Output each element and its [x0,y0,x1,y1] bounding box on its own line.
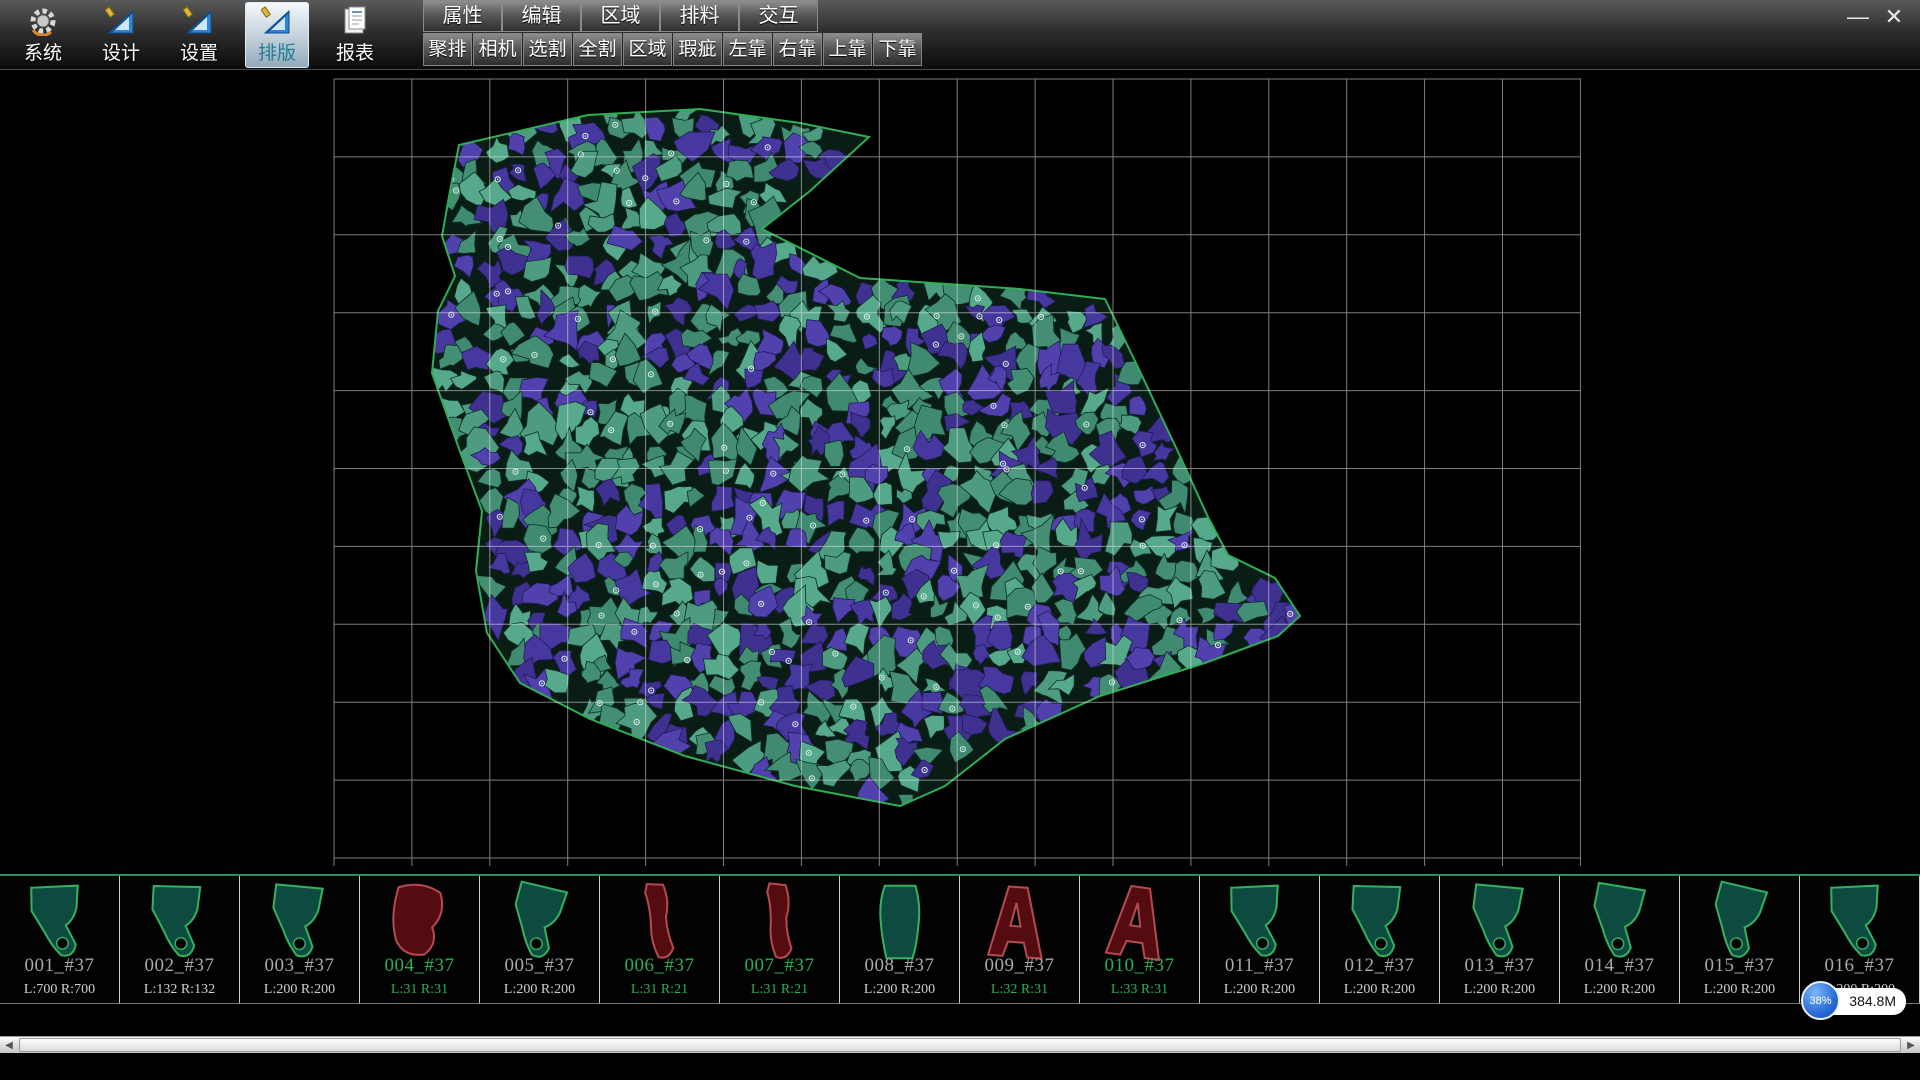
tool-button-region[interactable]: 区域 [623,33,672,66]
menu-tab-properties[interactable]: 属性 [423,0,502,32]
tray-piece-010_#37[interactable]: 010_#37 L:33 R:31 [1080,876,1200,1003]
piece-lr-label: L:200 R:200 [1440,982,1559,998]
menu-tab-interact[interactable]: 交互 [739,0,818,32]
toolbar-button-settings[interactable]: 设置 [167,2,231,68]
tray-piece-009_#37[interactable]: 009_#37 L:32 R:31 [960,876,1080,1003]
tray-piece-005_#37[interactable]: 005_#37 L:200 R:200 [480,876,600,1003]
piece-lr-label: L:200 R:200 [1560,982,1679,998]
piece-id-label: 014_#37 [1560,955,1679,977]
tray-piece-015_#37[interactable]: 015_#37 L:200 R:200 [1680,876,1800,1003]
tray-piece-004_#37[interactable]: 004_#37 L:31 R:31 [360,876,480,1003]
piece-id-label: 012_#37 [1320,955,1439,977]
tray-piece-013_#37[interactable]: 013_#37 L:200 R:200 [1440,876,1560,1003]
toolbar-button-label: 系统 [24,38,62,65]
main-toolbar: 系统设计设置排版报表 属性编辑区域排料交互 聚排相机选割全割区域瑕疵左靠右靠上靠… [0,0,1920,70]
piece-lr-label: L:31 R:21 [720,982,839,998]
scrollbar-thumb[interactable] [19,1038,1901,1052]
tool-button-snap-right[interactable]: 右靠 [773,33,822,66]
piece-id-label: 002_#37 [120,955,239,977]
minimize-button[interactable]: — [1844,4,1872,30]
pieces-tray: 001_#37 L:700 R:700002_#37 L:132 R:132003_… [0,874,1920,1004]
ruler-icon [104,5,138,37]
menu-tab-nesting[interactable]: 排料 [660,0,739,32]
toolbar-button-label: 设置 [180,38,218,65]
piece-lr-label: L:700 R:700 [0,982,119,998]
tool-button-cut-all[interactable]: 全割 [573,33,622,66]
horizontal-scrollbar[interactable]: ◀ ▶ [0,1036,1920,1053]
tool-button-snap-top[interactable]: 上靠 [823,33,872,66]
tool-button-defect[interactable]: 瑕疵 [673,33,722,66]
report-icon [338,5,372,37]
piece-lr-label: L:32 R:31 [960,982,1079,998]
tray-piece-007_#37[interactable]: 007_#37 L:31 R:21 [720,876,840,1003]
nesting-canvas-svg [0,71,1920,874]
toolbar-button-layout[interactable]: 排版 [245,2,309,68]
piece-lr-label: L:33 R:31 [1080,982,1199,998]
piece-id-label: 001_#37 [0,955,119,977]
tool-button-camera[interactable]: 相机 [473,33,522,66]
piece-lr-label: L:31 R:21 [600,982,719,998]
piece-id-label: 009_#37 [960,955,1079,977]
piece-lr-label: L:31 R:31 [360,982,479,998]
piece-lr-label: L:200 R:200 [1200,982,1319,998]
tray-piece-011_#37[interactable]: 011_#37 L:200 R:200 [1200,876,1320,1003]
toolbar-button-label: 排版 [258,38,296,65]
progress-percent-badge: 38% [1801,981,1840,1020]
scroll-left-icon[interactable]: ◀ [0,1037,18,1054]
piece-id-label: 006_#37 [600,955,719,977]
piece-lr-label: L:200 R:200 [1320,982,1439,998]
piece-lr-label: L:200 R:200 [240,982,359,998]
tray-piece-006_#37[interactable]: 006_#37 L:31 R:21 [600,876,720,1003]
piece-lr-label: L:200 R:200 [1680,982,1799,998]
piece-id-label: 010_#37 [1080,955,1199,977]
menu-tabs-row: 属性编辑区域排料交互 [423,0,923,32]
scroll-right-icon[interactable]: ▶ [1902,1037,1920,1054]
nesting-canvas[interactable] [0,71,1920,874]
piece-thumbnail [1456,878,1540,966]
piece-id-label: 007_#37 [720,955,839,977]
menu-tab-edit[interactable]: 编辑 [502,0,581,32]
piece-lr-label: L:200 R:200 [480,982,599,998]
tool-buttons-row: 聚排相机选割全割区域瑕疵左靠右靠上靠下靠 [423,33,923,66]
menu-tab-region[interactable]: 区域 [581,0,660,32]
tool-button-snap-bottom[interactable]: 下靠 [873,33,922,66]
tool-button-snap-left[interactable]: 左靠 [723,33,772,66]
close-button[interactable]: ✕ [1880,4,1908,30]
menu-area: 属性编辑区域排料交互 聚排相机选割全割区域瑕疵左靠右靠上靠下靠 [423,0,923,66]
piece-id-label: 005_#37 [480,955,599,977]
piece-id-label: 011_#37 [1200,955,1319,977]
tray-piece-012_#37[interactable]: 012_#37 L:200 R:200 [1320,876,1440,1003]
piece-id-label: 003_#37 [240,955,359,977]
toolbar-button-system[interactable]: 系统 [11,2,75,68]
toolbar-button-design[interactable]: 设计 [89,2,153,68]
piece-lr-label: L:200 R:200 [840,982,959,998]
gear-icon [26,5,60,37]
main-toolbar-items: 系统 设计 设置 排版 报表 [4,0,394,70]
tool-button-select-cut[interactable]: 选割 [523,33,572,66]
ruler-icon [182,5,216,37]
ruler-icon [260,5,294,37]
toolbar-button-label: 设计 [102,38,140,65]
piece-thumbnail [856,878,940,966]
toolbar-button-report[interactable]: 报表 [323,2,387,68]
tray-piece-014_#37[interactable]: 014_#37 L:200 R:200 [1560,876,1680,1003]
tray-piece-003_#37[interactable]: 003_#37 L:200 R:200 [240,876,360,1003]
tray-piece-001_#37[interactable]: 001_#37 L:700 R:700 [0,876,120,1003]
piece-id-label: 013_#37 [1440,955,1559,977]
piece-id-label: 008_#37 [840,955,959,977]
tray-piece-002_#37[interactable]: 002_#37 L:132 R:132 [120,876,240,1003]
piece-id-label: 015_#37 [1680,955,1799,977]
piece-id-label: 004_#37 [360,955,479,977]
tray-piece-008_#37[interactable]: 008_#37 L:200 R:200 [840,876,960,1003]
piece-id-label: 016_#37 [1800,955,1919,977]
toolbar-button-label: 报表 [336,38,374,65]
piece-thumbnail [256,878,340,966]
piece-lr-label: L:132 R:132 [120,982,239,998]
tool-button-cluster-nest[interactable]: 聚排 [423,33,472,66]
